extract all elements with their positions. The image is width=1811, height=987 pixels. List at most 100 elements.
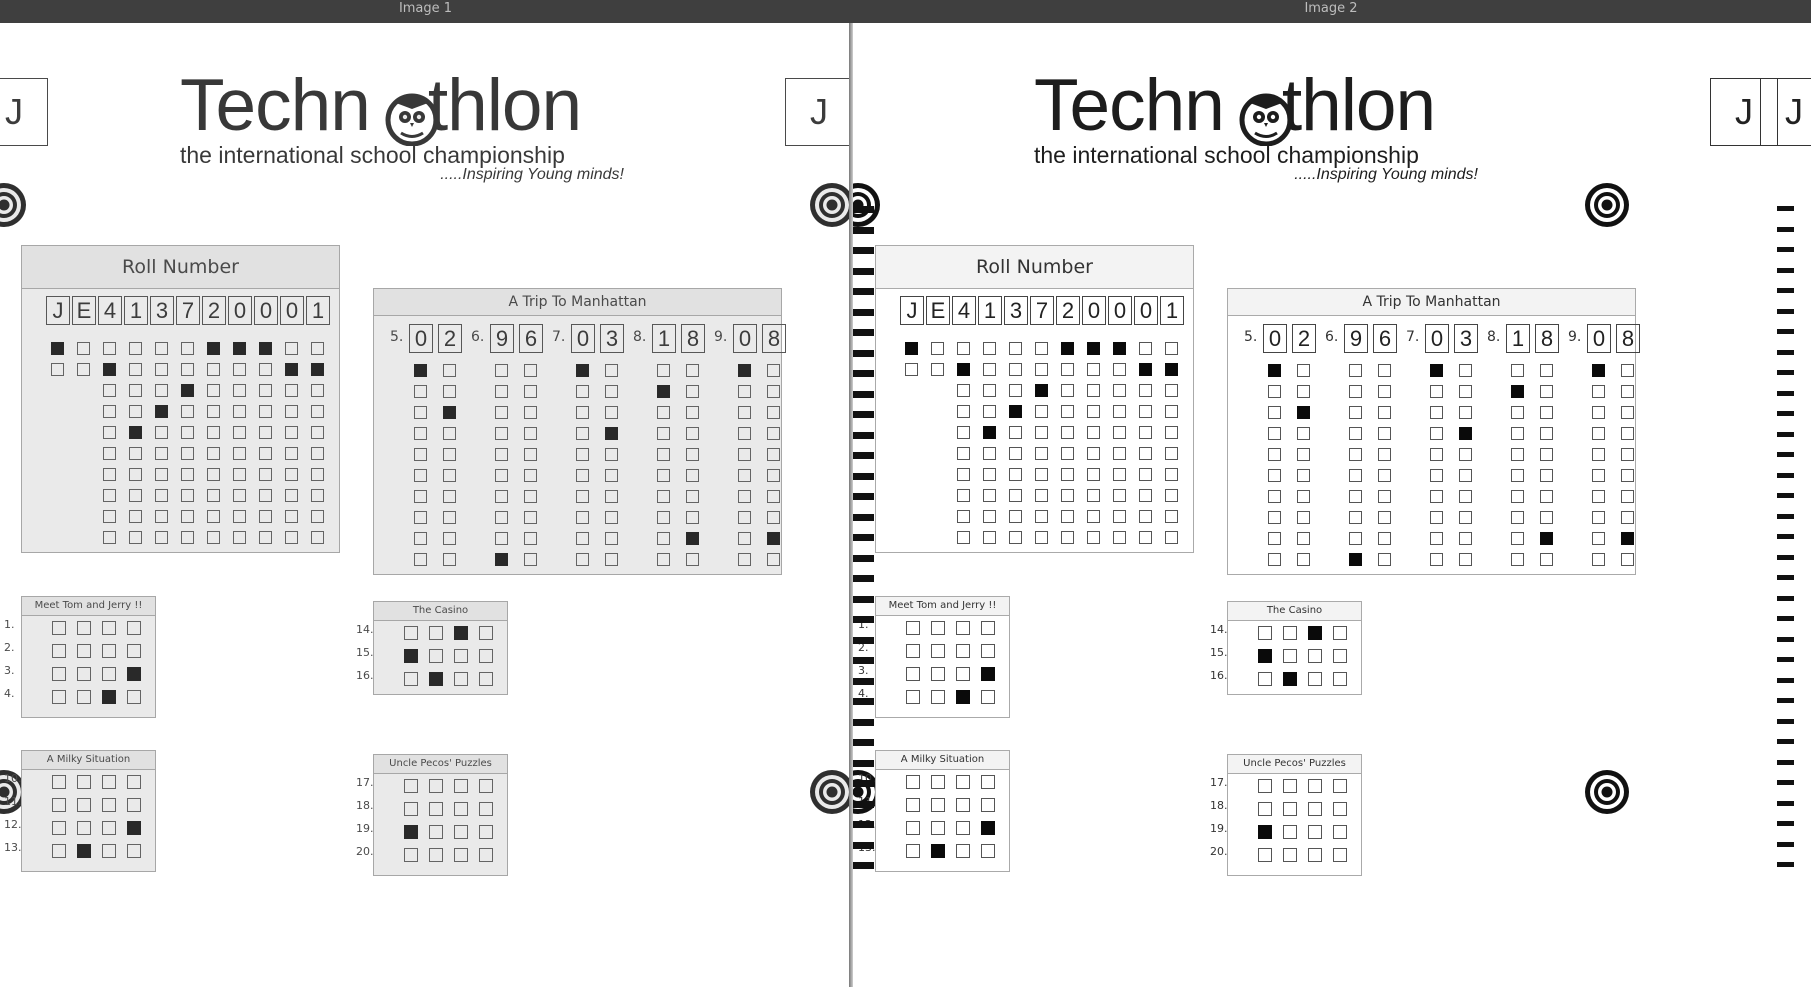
trip-bubble[interactable] (1430, 490, 1443, 503)
roll-bubble[interactable] (233, 447, 246, 460)
option-bubble[interactable] (931, 667, 945, 681)
roll-bubble[interactable] (1139, 426, 1152, 439)
roll-bubble[interactable] (207, 531, 220, 544)
roll-bubble[interactable] (1035, 342, 1048, 355)
trip-bubble[interactable] (686, 532, 699, 545)
roll-bubble[interactable] (1165, 447, 1178, 460)
roll-bubble[interactable] (1035, 468, 1048, 481)
trip-bubble[interactable] (1592, 553, 1605, 566)
option-bubble[interactable] (956, 690, 970, 704)
option-bubble[interactable] (1283, 802, 1297, 816)
trip-bubble[interactable] (1430, 364, 1443, 377)
trip-bubble[interactable] (1297, 406, 1310, 419)
roll-bubble[interactable] (207, 489, 220, 502)
option-bubble[interactable] (127, 775, 141, 789)
option-bubble[interactable] (479, 672, 493, 686)
trip-bubble[interactable] (495, 448, 508, 461)
roll-bubble[interactable] (983, 342, 996, 355)
trip-bubble[interactable] (1511, 532, 1524, 545)
option-bubble[interactable] (429, 672, 443, 686)
trip-bubble[interactable] (576, 532, 589, 545)
roll-bubble[interactable] (311, 363, 324, 376)
trip-bubble[interactable] (1511, 469, 1524, 482)
trip-bubble[interactable] (495, 406, 508, 419)
roll-bubble[interactable] (311, 531, 324, 544)
trip-bubble[interactable] (495, 364, 508, 377)
option-bubble[interactable] (52, 775, 66, 789)
option-bubble[interactable] (127, 621, 141, 635)
trip-bubble[interactable] (524, 469, 537, 482)
roll-bubble[interactable] (1087, 447, 1100, 460)
roll-bubble[interactable] (1009, 405, 1022, 418)
trip-bubble[interactable] (414, 511, 427, 524)
trip-bubble[interactable] (605, 385, 618, 398)
trip-bubble[interactable] (524, 490, 537, 503)
trip-bubble[interactable] (738, 532, 751, 545)
trip-bubble[interactable] (524, 385, 537, 398)
roll-bubble[interactable] (931, 363, 944, 376)
option-bubble[interactable] (52, 844, 66, 858)
roll-bubble[interactable] (1113, 363, 1126, 376)
trip-bubble[interactable] (686, 406, 699, 419)
trip-bubble[interactable] (1297, 364, 1310, 377)
option-bubble[interactable] (956, 821, 970, 835)
trip-bubble[interactable] (1592, 427, 1605, 440)
trip-bubble[interactable] (686, 364, 699, 377)
option-bubble[interactable] (127, 821, 141, 835)
trip-bubble[interactable] (767, 406, 780, 419)
option-bubble[interactable] (404, 848, 418, 862)
roll-bubble[interactable] (155, 342, 168, 355)
roll-bubble[interactable] (259, 447, 272, 460)
option-bubble[interactable] (981, 798, 995, 812)
trip-bubble[interactable] (1268, 364, 1281, 377)
trip-bubble[interactable] (686, 511, 699, 524)
roll-bubble[interactable] (103, 447, 116, 460)
roll-bubble[interactable] (1139, 384, 1152, 397)
roll-bubble[interactable] (1087, 426, 1100, 439)
roll-bubble[interactable] (285, 363, 298, 376)
roll-bubble[interactable] (957, 510, 970, 523)
roll-bubble[interactable] (233, 342, 246, 355)
trip-bubble[interactable] (1297, 490, 1310, 503)
trip-bubble[interactable] (524, 427, 537, 440)
option-bubble[interactable] (429, 848, 443, 862)
trip-bubble[interactable] (414, 469, 427, 482)
roll-bubble[interactable] (311, 426, 324, 439)
trip-bubble[interactable] (524, 511, 537, 524)
roll-bubble[interactable] (155, 426, 168, 439)
roll-bubble[interactable] (207, 363, 220, 376)
roll-bubble[interactable] (957, 405, 970, 418)
roll-bubble[interactable] (233, 468, 246, 481)
trip-bubble[interactable] (1430, 406, 1443, 419)
trip-bubble[interactable] (495, 511, 508, 524)
roll-bubble[interactable] (983, 531, 996, 544)
trip-bubble[interactable] (605, 427, 618, 440)
roll-bubble[interactable] (181, 363, 194, 376)
trip-bubble[interactable] (1511, 448, 1524, 461)
option-bubble[interactable] (454, 649, 468, 663)
roll-bubble[interactable] (1165, 363, 1178, 376)
option-bubble[interactable] (1258, 779, 1272, 793)
option-bubble[interactable] (1333, 848, 1347, 862)
roll-bubble[interactable] (129, 510, 142, 523)
option-bubble[interactable] (404, 649, 418, 663)
roll-bubble[interactable] (207, 405, 220, 418)
option-bubble[interactable] (1283, 779, 1297, 793)
roll-bubble[interactable] (1113, 489, 1126, 502)
trip-bubble[interactable] (738, 490, 751, 503)
option-bubble[interactable] (127, 844, 141, 858)
option-bubble[interactable] (956, 775, 970, 789)
roll-bubble[interactable] (1061, 342, 1074, 355)
trip-bubble[interactable] (1297, 553, 1310, 566)
roll-bubble[interactable] (957, 447, 970, 460)
trip-bubble[interactable] (443, 427, 456, 440)
roll-bubble[interactable] (1087, 531, 1100, 544)
roll-bubble[interactable] (1113, 447, 1126, 460)
roll-bubble[interactable] (957, 531, 970, 544)
option-bubble[interactable] (77, 667, 91, 681)
trip-bubble[interactable] (1621, 448, 1634, 461)
trip-bubble[interactable] (605, 448, 618, 461)
option-bubble[interactable] (404, 825, 418, 839)
roll-bubble[interactable] (1165, 384, 1178, 397)
option-bubble[interactable] (1258, 802, 1272, 816)
